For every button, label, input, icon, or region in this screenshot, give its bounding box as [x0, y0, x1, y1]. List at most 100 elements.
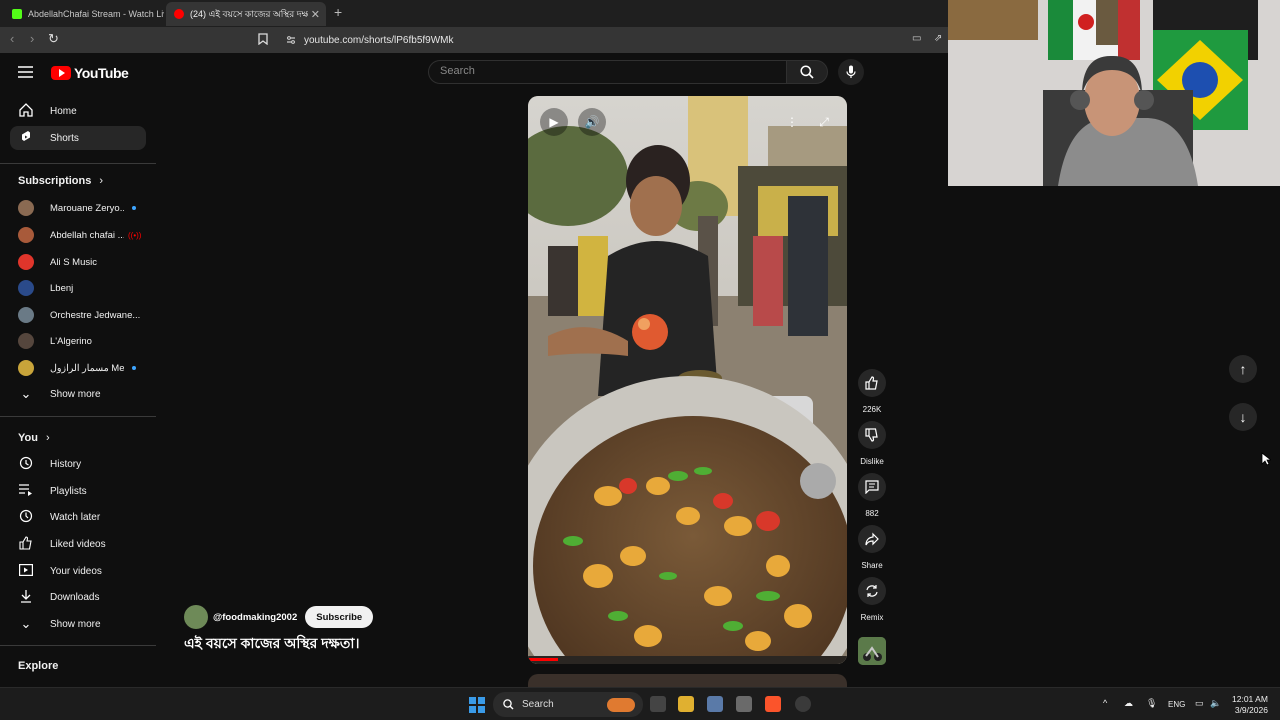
- sidebar-item-history[interactable]: History: [10, 452, 146, 476]
- search-box: [428, 60, 786, 84]
- sidebar-item-downloads[interactable]: Downloads: [10, 585, 146, 609]
- dislike-button[interactable]: Dislike: [858, 421, 886, 466]
- sidebar-item-home[interactable]: Home: [10, 99, 146, 123]
- back-arrow-icon[interactable]: ‹: [10, 31, 14, 46]
- site-info-icon[interactable]: [286, 35, 296, 45]
- subscriptions-heading[interactable]: Subscriptions ›: [18, 175, 103, 187]
- camera-app-icon[interactable]: [707, 696, 723, 712]
- browser-tab-youtube[interactable]: (24) এই বয়সে কাজের অস্থির দক্ষ ✕: [166, 2, 326, 26]
- url-field[interactable]: youtube.com/shorts/lP6fb5f9WMk: [278, 31, 938, 49]
- shorts-icon: [18, 130, 34, 147]
- playlists-icon: [18, 483, 34, 499]
- taskbar-search[interactable]: Search: [493, 692, 643, 717]
- sidebar: YouTube Home Shorts Subscriptions › Marou…: [0, 53, 158, 687]
- play-button[interactable]: ▶: [540, 108, 568, 136]
- comments-button[interactable]: 882: [858, 473, 886, 518]
- search-icon: [800, 65, 814, 79]
- clock[interactable]: 12:01 AM 3/9/2026: [1232, 694, 1268, 716]
- sidebar-subscription-item[interactable]: Lbenj: [10, 276, 146, 300]
- search-input[interactable]: [440, 65, 770, 77]
- subscribe-button[interactable]: Subscribe: [305, 606, 374, 628]
- windows-taskbar: Search ^ ☁ 🎙 ENG ▭ 🔈 12:01 AM 3/9/2026: [0, 687, 1280, 720]
- cloud-icon[interactable]: ☁: [1124, 698, 1133, 709]
- voice-search-button[interactable]: [838, 59, 864, 85]
- show-more-subscriptions[interactable]: ⌄ Show more: [10, 382, 146, 406]
- volume-icon[interactable]: 🔈: [1210, 698, 1221, 709]
- microphone-icon: [846, 65, 856, 78]
- file-explorer-icon[interactable]: [678, 696, 694, 712]
- browser-tab-kick[interactable]: AbdellahChafai Stream - Watch Live o: [4, 2, 164, 26]
- task-view-icon[interactable]: [650, 696, 666, 712]
- divider: [0, 163, 156, 164]
- kick-favicon-icon: [12, 9, 22, 19]
- url-text: youtube.com/shorts/lP6fb5f9WMk: [304, 34, 454, 46]
- reload-icon[interactable]: ↻: [48, 31, 59, 47]
- sidebar-subscription-item[interactable]: Marouane Zeryo...: [10, 196, 146, 220]
- sidebar-subscription-item[interactable]: Orchestre Jedwane...: [10, 303, 146, 327]
- windows-start-icon[interactable]: [469, 697, 485, 713]
- remix-button[interactable]: Remix: [858, 577, 886, 622]
- app-icon[interactable]: [795, 696, 811, 712]
- short-video-player[interactable]: ▶ 🔊 ⋮ ⤢: [528, 96, 847, 664]
- forward-arrow-icon[interactable]: ›: [30, 31, 34, 46]
- microphone-icon[interactable]: 🎙: [1146, 698, 1157, 709]
- webcam-overlay: [948, 0, 1280, 186]
- chevron-up-icon[interactable]: ^: [1103, 698, 1107, 708]
- sidebar-item-label: Shorts: [50, 132, 79, 144]
- divider: [0, 645, 156, 646]
- address-bar: ‹ › ↻ youtube.com/shorts/lP6fb5f9WMk ▭ ⇗: [0, 27, 948, 53]
- you-heading[interactable]: You ›: [18, 432, 50, 444]
- plus-icon[interactable]: +: [334, 4, 342, 20]
- sidebar-subscription-item[interactable]: مسمار الرازول Mes...: [10, 356, 146, 380]
- share-page-icon[interactable]: ⇗: [934, 33, 942, 44]
- next-short-button[interactable]: ↓: [1229, 403, 1257, 431]
- display-icon[interactable]: ▭: [1195, 698, 1204, 709]
- share-label: Share: [861, 561, 883, 570]
- hamburger-menu-icon[interactable]: [18, 65, 34, 82]
- sidebar-item-liked-videos[interactable]: Liked videos: [10, 532, 146, 556]
- new-content-dot: [132, 366, 136, 370]
- youtube-logo[interactable]: YouTube: [51, 65, 129, 81]
- close-icon[interactable]: ✕: [311, 8, 320, 21]
- avatar: [18, 360, 34, 376]
- sidebar-item-your-videos[interactable]: Your videos: [10, 559, 146, 583]
- avatar: [18, 227, 34, 243]
- search-button[interactable]: [786, 60, 828, 84]
- new-content-dot: [132, 206, 136, 210]
- chevron-down-icon: ⌄: [20, 386, 32, 401]
- app-icon[interactable]: [736, 696, 752, 712]
- like-button[interactable]: 226K: [858, 369, 886, 414]
- video-frame-image: [528, 96, 847, 664]
- volume-button[interactable]: 🔊: [578, 108, 606, 136]
- sidebar-item-watch-later[interactable]: Watch later: [10, 505, 146, 529]
- language-indicator[interactable]: ENG: [1168, 700, 1185, 709]
- comment-count: 882: [865, 509, 879, 518]
- more-options-button[interactable]: ⋮: [778, 108, 806, 136]
- youtube-favicon-icon: [174, 9, 184, 19]
- search-highlight-icon: [607, 697, 635, 712]
- avatar: [18, 333, 34, 349]
- clock-date: 3/9/2026: [1234, 705, 1268, 715]
- sound-thumbnail[interactable]: [858, 637, 886, 665]
- live-icon: ((•)): [128, 230, 142, 240]
- sidebar-item-playlists[interactable]: Playlists: [10, 479, 146, 503]
- sidebar-subscription-item[interactable]: Ali S Music: [10, 250, 146, 274]
- sidebar-subscription-item[interactable]: Abdellah chafai ... ((•)): [10, 223, 146, 247]
- avatar[interactable]: [184, 605, 208, 629]
- channel-handle[interactable]: @foodmaking2002: [213, 612, 297, 623]
- divider: [0, 416, 156, 417]
- chevron-right-icon: ›: [45, 432, 50, 444]
- show-more-you[interactable]: ⌄ Show more: [10, 612, 146, 636]
- sidebar-item-label: Home: [50, 105, 77, 117]
- fullscreen-button[interactable]: ⤢: [810, 108, 838, 136]
- previous-short-button[interactable]: ↑: [1229, 355, 1257, 383]
- cast-icon[interactable]: ▭: [912, 33, 921, 44]
- search-icon: [503, 699, 514, 710]
- sidebar-item-shorts[interactable]: Shorts: [10, 126, 146, 150]
- mouse-cursor: [1261, 452, 1273, 471]
- sidebar-subscription-item[interactable]: L'Algerino: [10, 329, 146, 353]
- watch-later-icon: [18, 509, 34, 526]
- brave-browser-icon[interactable]: [765, 696, 781, 712]
- bookmark-icon[interactable]: [258, 33, 268, 48]
- share-button[interactable]: Share: [858, 525, 886, 570]
